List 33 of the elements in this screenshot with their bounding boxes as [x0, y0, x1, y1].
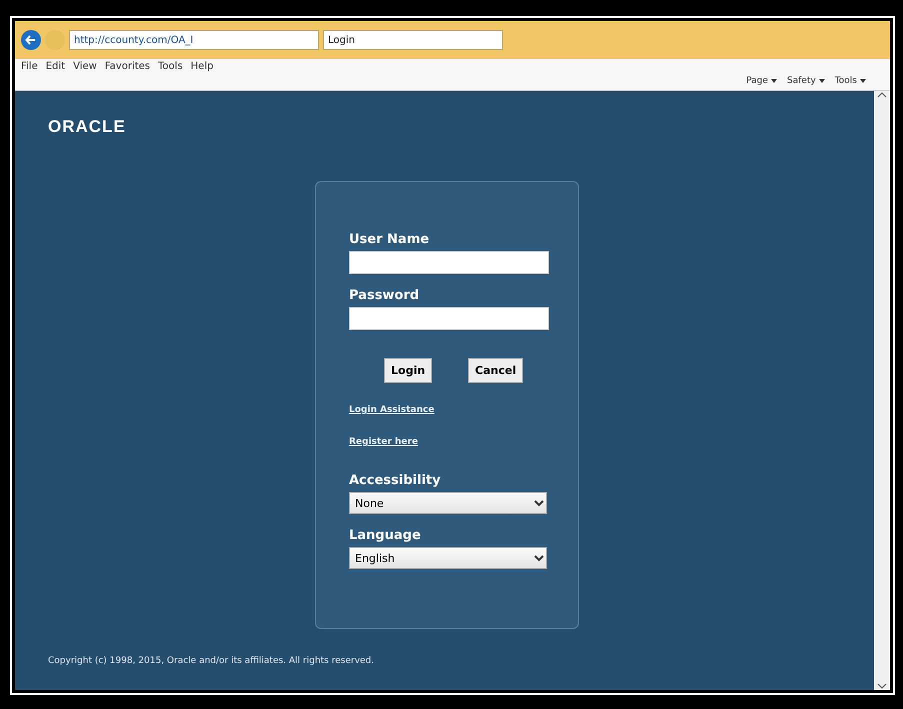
- field-label: Accessibility: [349, 473, 441, 488]
- back-button[interactable]: [21, 30, 41, 50]
- arrow-left-icon: [25, 34, 37, 46]
- menu-item[interactable]: Edit: [46, 61, 66, 72]
- scroll-up-icon[interactable]: [877, 91, 887, 99]
- field-label: Password: [349, 288, 420, 303]
- scroll-down-icon[interactable]: [877, 682, 887, 690]
- menu-item[interactable]: View: [73, 61, 97, 72]
- cancel-button[interactable]: Cancel: [468, 358, 524, 383]
- scrollbar[interactable]: [874, 91, 890, 690]
- menu-item[interactable]: Favorites: [104, 61, 150, 72]
- caret-icon: [771, 79, 778, 83]
- field-label: Language: [349, 528, 421, 543]
- dropdown[interactable]: English: [349, 547, 547, 569]
- address-bar[interactable]: http://ccounty.com/OA_I: [69, 30, 319, 50]
- oracle-logo: ORACLE: [48, 117, 126, 137]
- caret-icon: [818, 79, 825, 83]
- username-field[interactable]: [349, 251, 549, 274]
- menu-item[interactable]: Tools: [158, 61, 183, 72]
- command-menu[interactable]: Safety: [787, 76, 825, 86]
- copyright-text: Copyright (c) 1998, 2015, Oracle and/or its affiliates. All rights reserved.: [48, 656, 374, 666]
- help-link[interactable]: Login Assistance: [349, 405, 434, 415]
- menu-item[interactable]: Help: [190, 61, 214, 72]
- command-menu[interactable]: Tools: [834, 76, 866, 86]
- caret-icon: [860, 79, 866, 83]
- browser-tab[interactable]: Login: [323, 30, 503, 50]
- login-button[interactable]: Login: [384, 358, 432, 383]
- help-link[interactable]: Register here: [349, 437, 418, 447]
- password-field[interactable]: [349, 307, 549, 330]
- menu-item[interactable]: File: [21, 61, 38, 72]
- dropdown[interactable]: None: [349, 492, 547, 514]
- command-menu[interactable]: Page: [746, 76, 778, 86]
- field-label: User Name: [349, 232, 430, 247]
